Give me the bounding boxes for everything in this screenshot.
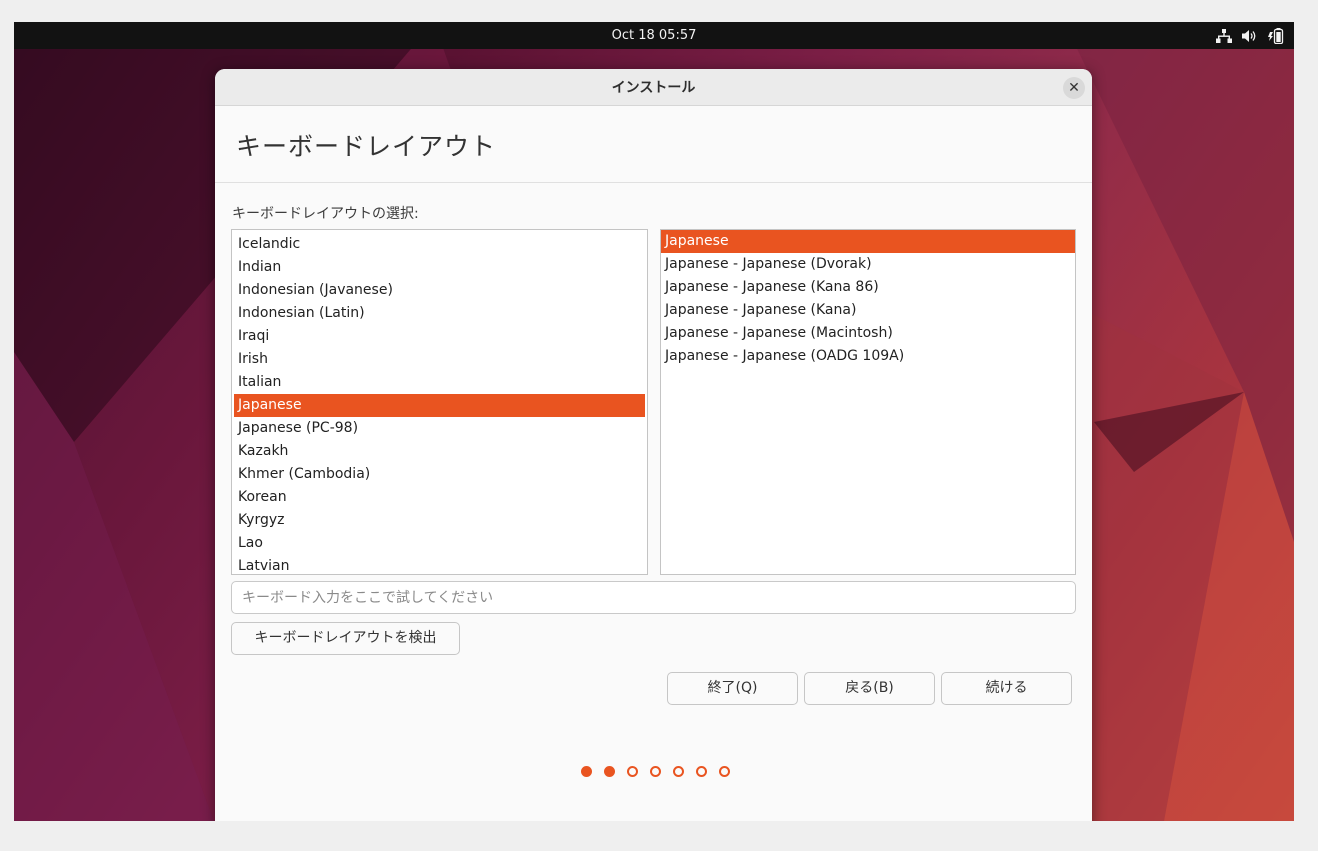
- layout-list-item[interactable]: Latvian: [234, 555, 645, 574]
- continue-button[interactable]: 続ける: [941, 672, 1072, 705]
- variant-list-item[interactable]: Japanese - Japanese (Dvorak): [661, 253, 1075, 276]
- network-icon[interactable]: [1216, 28, 1232, 43]
- detect-layout-button[interactable]: キーボードレイアウトを検出: [231, 622, 460, 655]
- layout-list-item[interactable]: Japanese: [234, 394, 645, 417]
- progress-dot-pending: [627, 766, 638, 777]
- title-bar[interactable]: インストール ✕: [215, 69, 1092, 106]
- layout-list-item[interactable]: Kazakh: [234, 440, 645, 463]
- progress-dot-pending: [673, 766, 684, 777]
- layout-list-item[interactable]: Icelandic: [234, 233, 645, 256]
- window-title: インストール: [611, 80, 696, 96]
- progress-dot-pending: [719, 766, 730, 777]
- clock[interactable]: Oct 18 05:57: [14, 22, 1294, 49]
- keyboard-variant-list[interactable]: Japanese Japanese - Japanese (Dvorak) Japa…: [660, 229, 1076, 575]
- layout-list-item[interactable]: Indian: [234, 256, 645, 279]
- back-button[interactable]: 戻る(B): [804, 672, 935, 705]
- progress-dot-complete: [581, 766, 592, 777]
- battery-icon[interactable]: [1268, 27, 1284, 44]
- layout-list-item[interactable]: Iraqi: [234, 325, 645, 348]
- progress-dot-complete: [604, 766, 615, 777]
- progress-dot-pending: [696, 766, 707, 777]
- layout-list-item[interactable]: Khmer (Cambodia): [234, 463, 645, 486]
- layout-list-item[interactable]: Indonesian (Latin): [234, 302, 645, 325]
- close-icon: ✕: [1068, 80, 1080, 96]
- close-button[interactable]: ✕: [1063, 77, 1085, 99]
- layout-list-item[interactable]: Korean: [234, 486, 645, 509]
- variant-list-item[interactable]: Japanese - Japanese (Macintosh): [661, 322, 1075, 345]
- variant-list-item[interactable]: Japanese - Japanese (OADG 109A): [661, 345, 1075, 368]
- page-title: キーボードレイアウト: [236, 132, 497, 161]
- divider: [215, 182, 1092, 183]
- system-tray[interactable]: [1216, 22, 1284, 49]
- layout-select-label: キーボードレイアウトの選択:: [232, 206, 419, 222]
- keyboard-layout-list[interactable]: Icelandic Indian Indonesian (Javanese) Indo…: [231, 229, 648, 575]
- layout-list-item[interactable]: Italian: [234, 371, 645, 394]
- volume-icon[interactable]: [1242, 29, 1258, 43]
- variant-list-item[interactable]: Japanese: [661, 230, 1075, 253]
- layout-list-item[interactable]: Kyrgyz: [234, 509, 645, 532]
- layout-list-item[interactable]: Indonesian (Javanese): [234, 279, 645, 302]
- layout-list-item[interactable]: Irish: [234, 348, 645, 371]
- layout-list-item[interactable]: Japanese (PC-98): [234, 417, 645, 440]
- progress-dot-pending: [650, 766, 661, 777]
- variant-list-item[interactable]: Japanese - Japanese (Kana 86): [661, 276, 1075, 299]
- layout-list-item[interactable]: Lao: [234, 532, 645, 555]
- keyboard-test-input[interactable]: [231, 581, 1076, 614]
- quit-button[interactable]: 終了(Q): [667, 672, 798, 705]
- progress-indicator: [215, 766, 1092, 777]
- desktop: Oct 18 05:57 インストール ✕ キーボードレイアウト キーボードレイ…: [14, 22, 1294, 821]
- installer-window: インストール ✕ キーボードレイアウト キーボードレイアウトの選択: Icela…: [215, 69, 1092, 821]
- variant-list-item[interactable]: Japanese - Japanese (Kana): [661, 299, 1075, 322]
- top-bar: Oct 18 05:57: [14, 22, 1294, 49]
